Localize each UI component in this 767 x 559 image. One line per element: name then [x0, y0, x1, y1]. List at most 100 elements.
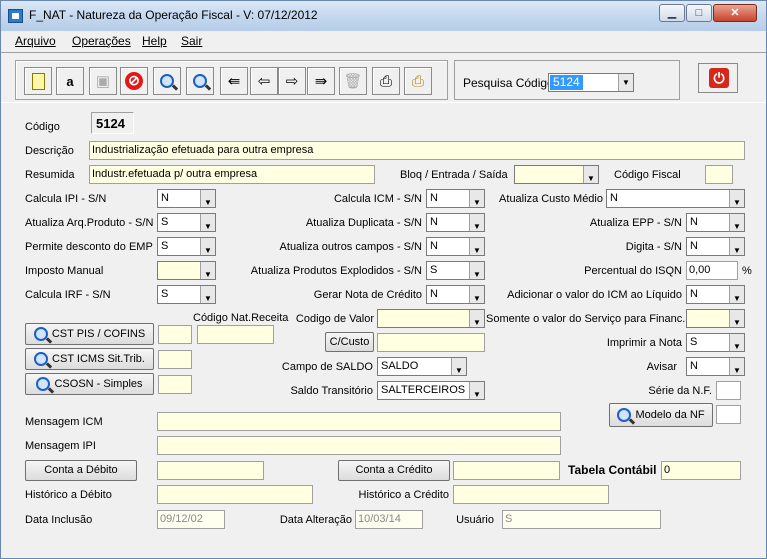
cst-pis-cofins-button[interactable]: CST PIS / COFINS — [25, 323, 154, 345]
chevron-down-icon[interactable] — [200, 190, 215, 211]
chevron-down-icon[interactable] — [729, 286, 744, 307]
codigo-fiscal-label: Código Fiscal — [614, 169, 681, 181]
somente-valor-select[interactable] — [686, 309, 745, 331]
search-alt-icon[interactable] — [186, 67, 214, 95]
historico-debito-field[interactable] — [157, 485, 313, 504]
bloq-select[interactable] — [514, 165, 599, 187]
chevron-down-icon[interactable] — [469, 190, 484, 211]
print-alt-icon[interactable]: ⎙ — [404, 67, 432, 95]
atualiza-arq-select[interactable]: S — [157, 213, 216, 235]
calcula-ipi-select[interactable]: N — [157, 189, 216, 211]
menu-operacoes[interactable]: Operações — [72, 34, 131, 48]
atualiza-epp-select[interactable]: N — [686, 213, 745, 235]
avisar-select[interactable]: N — [686, 357, 745, 379]
search-icon[interactable] — [153, 67, 181, 95]
chevron-down-icon[interactable] — [200, 286, 215, 307]
mensagem-ipi-label: Mensagem IPI — [25, 440, 96, 452]
atualiza-explod-select[interactable]: S — [426, 261, 485, 283]
tabela-contabil-field[interactable]: 0 — [661, 461, 741, 480]
chevron-down-icon[interactable] — [729, 214, 744, 235]
adicionar-icm-select[interactable]: N — [686, 285, 745, 307]
chevron-down-icon[interactable] — [200, 262, 215, 283]
chevron-down-icon[interactable] — [729, 334, 744, 355]
calcula-icm-value: N — [430, 192, 438, 204]
ccusto-button[interactable]: C/Custo — [325, 332, 374, 352]
close-button[interactable]: ✕ — [713, 4, 757, 22]
permite-desc-select[interactable]: S — [157, 237, 216, 259]
calcula-irf-select[interactable]: S — [157, 285, 216, 307]
atualiza-outros-select[interactable]: N — [426, 237, 485, 259]
gerar-nota-select[interactable]: N — [426, 285, 485, 307]
cod-nat-receita-field[interactable] — [197, 325, 274, 344]
chevron-down-icon[interactable] — [469, 238, 484, 259]
chevron-down-icon[interactable] — [729, 238, 744, 259]
prev-icon[interactable]: ⇦ — [250, 67, 278, 95]
chevron-down-icon[interactable] — [469, 382, 484, 403]
new-icon[interactable] — [24, 67, 52, 95]
next-icon[interactable]: ⇨ — [278, 67, 306, 95]
saldo-transitorio-select[interactable]: SALTERCEIROS — [377, 381, 485, 403]
data-inclusao-field: 09/12/02 — [157, 510, 225, 529]
modelo-nf-button[interactable]: Modelo da NF — [609, 403, 713, 427]
first-icon[interactable]: ⇚ — [220, 67, 248, 95]
menu-arquivo[interactable]: Arquivo — [15, 34, 56, 48]
chevron-down-icon[interactable] — [469, 262, 484, 283]
chevron-down-icon[interactable] — [200, 214, 215, 235]
digita-select[interactable]: N — [686, 237, 745, 259]
historico-credito-field[interactable] — [453, 485, 609, 504]
csosn-field[interactable] — [158, 375, 192, 394]
atualiza-epp-value: N — [690, 216, 698, 228]
descricao-field[interactable]: Industrialização efetuada para outra emp… — [89, 141, 745, 160]
minimize-button[interactable]: ▁ — [659, 4, 685, 22]
chevron-down-icon[interactable] — [729, 358, 744, 379]
maximize-button[interactable]: □ — [686, 4, 712, 22]
conta-debito-button[interactable]: Conta a Débito — [25, 460, 137, 481]
ccusto-field[interactable] — [377, 333, 485, 352]
chevron-down-icon[interactable] — [451, 358, 466, 379]
cst-icms-field[interactable] — [158, 350, 192, 369]
campo-saldo-select[interactable]: SALDO — [377, 357, 467, 379]
saldo-transitorio-value: SALTERCEIROS — [381, 384, 466, 396]
print-icon[interactable]: ⎙ — [372, 67, 400, 95]
chevron-down-icon[interactable] — [200, 238, 215, 259]
last-icon[interactable]: ⇛ — [307, 67, 335, 95]
mensagem-icm-field[interactable] — [157, 412, 561, 431]
cst-icms-button[interactable]: CST ICMS Sit.Trib. — [25, 348, 154, 370]
imprimir-nota-select[interactable]: S — [686, 333, 745, 355]
save-icon[interactable]: ▣ — [89, 67, 117, 95]
resumida-field[interactable]: Industr.efetuada p/ outra empresa — [89, 165, 375, 184]
menu-sair[interactable]: Sair — [181, 34, 202, 48]
menu-help[interactable]: Help — [142, 34, 167, 48]
cst-pis-field[interactable] — [158, 325, 192, 344]
avisar-value: N — [690, 360, 698, 372]
calcula-icm-select[interactable]: N — [426, 189, 485, 211]
codigo-valor-select[interactable] — [377, 309, 485, 331]
percentual-isqn-field[interactable]: 0,00 — [686, 261, 738, 280]
delete-icon[interactable]: 🗑 — [339, 67, 367, 95]
cancel-icon[interactable]: ⊘ — [120, 67, 148, 95]
atualiza-dup-select[interactable]: N — [426, 213, 485, 235]
chevron-down-icon[interactable] — [618, 74, 633, 91]
chevron-down-icon[interactable] — [729, 190, 744, 211]
serie-nf-field[interactable] — [716, 381, 741, 400]
avisar-label: Avisar — [646, 361, 677, 373]
codigo-fiscal-field[interactable] — [705, 165, 733, 184]
chevron-down-icon[interactable] — [469, 214, 484, 235]
chevron-down-icon[interactable] — [469, 310, 484, 331]
imposto-manual-select[interactable] — [157, 261, 216, 283]
search-code-combo[interactable]: 5124 — [548, 73, 634, 92]
csosn-button[interactable]: CSOSN - Simples — [25, 373, 154, 395]
exit-button[interactable]: ⏻ — [698, 63, 738, 93]
adicionar-icm-label: Adicionar o valor do ICM ao Líquido — [507, 289, 682, 301]
conta-debito-field[interactable] — [157, 461, 264, 480]
chevron-down-icon[interactable] — [583, 166, 598, 187]
mensagem-ipi-field[interactable] — [157, 436, 561, 455]
chevron-down-icon[interactable] — [729, 310, 744, 331]
atualiza-custo-value: N — [610, 192, 618, 204]
conta-credito-field[interactable] — [453, 461, 560, 480]
chevron-down-icon[interactable] — [469, 286, 484, 307]
atualiza-custo-select[interactable]: N — [606, 189, 745, 211]
spellcheck-icon[interactable]: a — [56, 67, 84, 95]
modelo-nf-field[interactable] — [716, 405, 741, 424]
conta-credito-button[interactable]: Conta a Crédito — [338, 460, 450, 481]
